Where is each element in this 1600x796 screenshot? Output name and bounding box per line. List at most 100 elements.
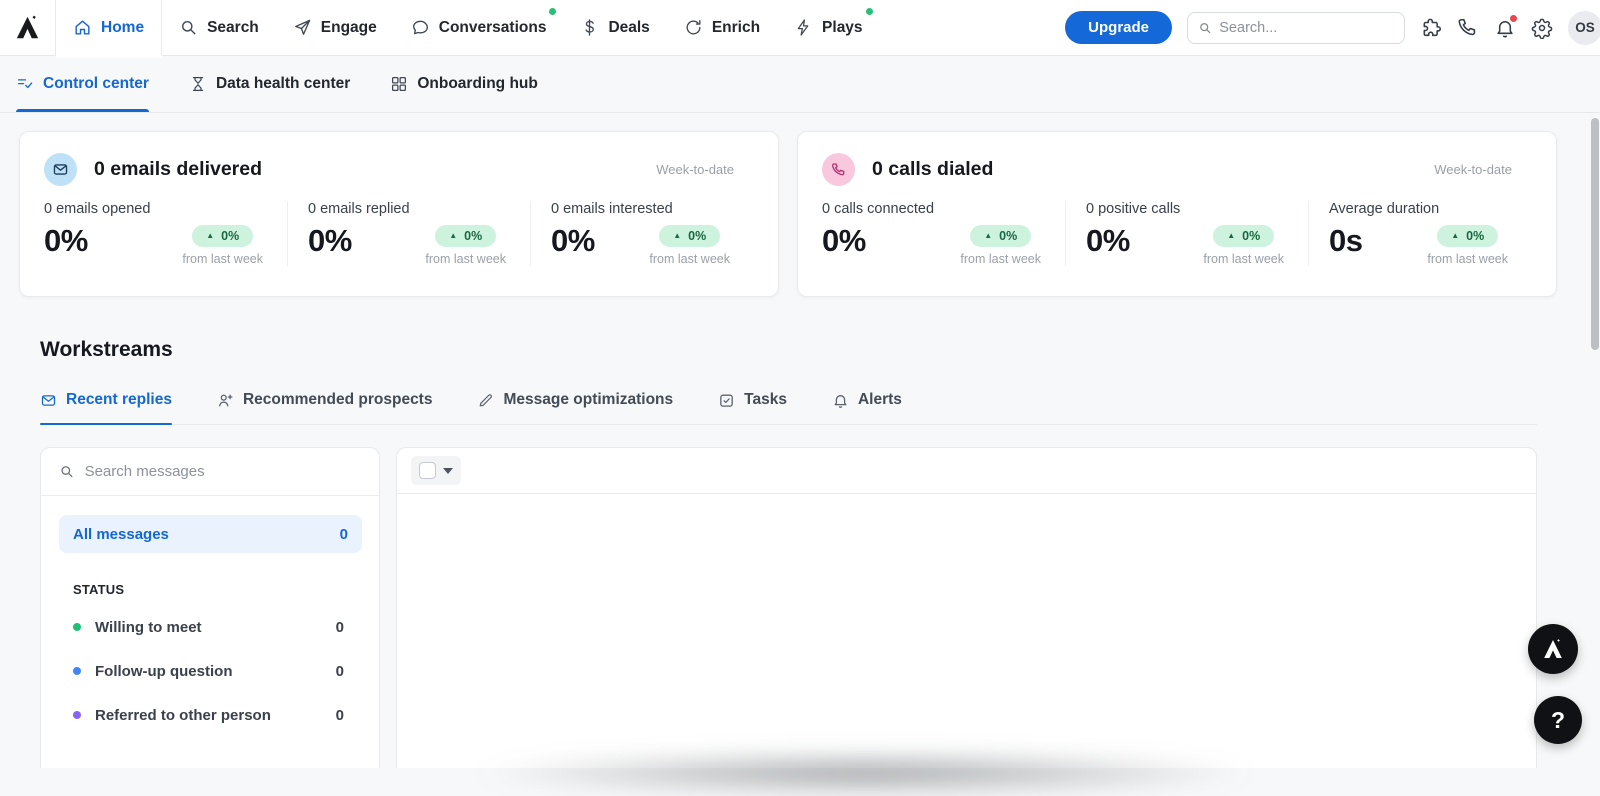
global-search-box[interactable] bbox=[1187, 12, 1405, 44]
sync-icon bbox=[684, 18, 703, 37]
upgrade-button[interactable]: Upgrade bbox=[1065, 11, 1172, 44]
apollo-logo-icon bbox=[1541, 637, 1565, 661]
nav-item-label: Conversations bbox=[439, 19, 547, 37]
tab-tasks[interactable]: Tasks bbox=[718, 391, 787, 409]
nav-item-label: Home bbox=[101, 19, 144, 37]
tab-onboarding-hub[interactable]: Onboarding hub bbox=[390, 56, 538, 112]
top-nav: Home Search Engage Conversations Deal bbox=[0, 0, 1600, 56]
metric-emails-replied: 0 emails replied 0% ▲0% from last week bbox=[287, 201, 530, 266]
nav-item-engage[interactable]: Engage bbox=[276, 0, 394, 55]
filter-follow-up-question[interactable]: Follow-up question 0 bbox=[41, 649, 379, 693]
dialer-button[interactable] bbox=[1457, 17, 1479, 39]
tab-recent-replies[interactable]: Recent replies bbox=[40, 391, 172, 409]
up-arrow-icon: ▲ bbox=[206, 232, 214, 240]
notification-dot bbox=[549, 8, 556, 15]
delta-badge: ▲0% bbox=[435, 225, 496, 247]
card-metrics: 0 calls connected 0% ▲0% from last week … bbox=[822, 201, 1532, 266]
notifications-button[interactable] bbox=[1494, 17, 1516, 39]
metric-label: 0 calls connected bbox=[822, 201, 1065, 217]
card-period: Week-to-date bbox=[1434, 162, 1532, 177]
tab-control-center[interactable]: Control center bbox=[16, 56, 149, 112]
delta-value: 0% bbox=[221, 229, 239, 243]
delta-caption: from last week bbox=[649, 252, 730, 266]
delta-caption: from last week bbox=[182, 252, 263, 266]
status-label: Willing to meet bbox=[95, 619, 336, 636]
select-all-checkbox[interactable] bbox=[419, 462, 436, 479]
nav-item-conversations[interactable]: Conversations bbox=[394, 0, 564, 55]
user-avatar[interactable]: OS bbox=[1568, 11, 1600, 45]
card-metrics: 0 emails opened 0% ▲0% from last week 0 … bbox=[44, 201, 754, 266]
workstreams-tabs: Recent replies Recommended prospects Mes… bbox=[40, 391, 1537, 425]
list-check-icon bbox=[16, 75, 34, 93]
nav-item-label: Enrich bbox=[712, 19, 760, 37]
metric-label: 0 emails interested bbox=[551, 201, 754, 217]
nav-item-label: Engage bbox=[321, 19, 377, 37]
delta-value: 0% bbox=[464, 229, 482, 243]
chevron-down-icon bbox=[443, 468, 453, 474]
email-icon bbox=[40, 392, 57, 409]
search-icon bbox=[59, 463, 75, 480]
question-mark-icon: ? bbox=[1551, 707, 1565, 734]
delta-badge: ▲0% bbox=[970, 225, 1031, 247]
extensions-button[interactable] bbox=[1420, 17, 1442, 39]
grid-icon bbox=[390, 75, 408, 93]
nav-item-enrich[interactable]: Enrich bbox=[667, 0, 777, 55]
apollo-logo[interactable] bbox=[0, 0, 56, 55]
settings-button[interactable] bbox=[1531, 17, 1553, 39]
delta-caption: from last week bbox=[1203, 252, 1284, 266]
tab-recommended-prospects[interactable]: Recommended prospects bbox=[217, 391, 433, 409]
workstreams-panels: All messages 0 STATUS Willing to meet 0 … bbox=[40, 447, 1537, 768]
nav-item-search[interactable]: Search bbox=[162, 0, 276, 55]
phone-icon bbox=[1457, 17, 1479, 39]
scrollbar[interactable] bbox=[1591, 118, 1599, 350]
workstreams-title: Workstreams bbox=[40, 338, 173, 362]
messages-search-box[interactable] bbox=[41, 448, 379, 496]
lightning-icon bbox=[794, 18, 813, 37]
dollar-icon bbox=[580, 18, 599, 37]
tab-alerts[interactable]: Alerts bbox=[832, 391, 902, 409]
tab-data-health-center[interactable]: Data health center bbox=[189, 56, 350, 112]
delta-badge: ▲0% bbox=[659, 225, 720, 247]
phone-icon-badge bbox=[822, 153, 855, 186]
status-label: Referred to other person bbox=[95, 707, 336, 724]
help-fab[interactable]: ? bbox=[1534, 696, 1582, 744]
bulk-select-button[interactable] bbox=[411, 456, 461, 485]
filter-all-messages[interactable]: All messages 0 bbox=[59, 515, 362, 553]
check-square-icon bbox=[718, 392, 735, 409]
tab-label: Tasks bbox=[744, 391, 787, 409]
sub-nav: Control center Data health center Onboar… bbox=[0, 56, 1600, 113]
delta-badge: ▲0% bbox=[1213, 225, 1274, 247]
up-arrow-icon: ▲ bbox=[984, 232, 992, 240]
nav-item-label: Plays bbox=[822, 19, 863, 37]
nav-item-deals[interactable]: Deals bbox=[563, 0, 666, 55]
metric-positive-calls: 0 positive calls 0% ▲0% from last week bbox=[1065, 201, 1308, 266]
tab-message-optimizations[interactable]: Message optimizations bbox=[477, 391, 673, 409]
tab-label: Recent replies bbox=[66, 391, 172, 409]
stats-row: 0 emails delivered Week-to-date 0 emails… bbox=[19, 131, 1557, 297]
email-icon-badge bbox=[44, 153, 77, 186]
puzzle-icon bbox=[1420, 17, 1442, 39]
messages-search-input[interactable] bbox=[85, 463, 361, 480]
metric-value: 0s bbox=[1329, 223, 1362, 259]
apollo-logo-icon bbox=[14, 14, 41, 41]
card-title: 0 emails delivered bbox=[94, 158, 262, 181]
metric-label: Average duration bbox=[1329, 201, 1532, 217]
nav-right-cluster: Upgrade bbox=[1065, 0, 1600, 55]
status-dot-purple bbox=[73, 711, 81, 719]
person-plus-icon bbox=[217, 392, 234, 409]
filter-referred-to-other-person[interactable]: Referred to other person 0 bbox=[41, 693, 379, 737]
card-header: 0 emails delivered Week-to-date bbox=[44, 153, 754, 186]
hourglass-icon bbox=[189, 75, 207, 93]
tab-label: Recommended prospects bbox=[243, 391, 433, 409]
apollo-assistant-fab[interactable] bbox=[1528, 624, 1578, 674]
notification-badge bbox=[1509, 14, 1518, 23]
nav-item-plays[interactable]: Plays bbox=[777, 0, 880, 55]
bell-icon bbox=[832, 392, 849, 409]
filter-willing-to-meet[interactable]: Willing to meet 0 bbox=[41, 605, 379, 649]
pencil-icon bbox=[477, 392, 494, 409]
delta-value: 0% bbox=[1242, 229, 1260, 243]
delta-value: 0% bbox=[1466, 229, 1484, 243]
messages-filter-panel: All messages 0 STATUS Willing to meet 0 … bbox=[40, 447, 380, 768]
nav-item-home[interactable]: Home bbox=[56, 0, 162, 55]
global-search-input[interactable] bbox=[1219, 20, 1394, 36]
